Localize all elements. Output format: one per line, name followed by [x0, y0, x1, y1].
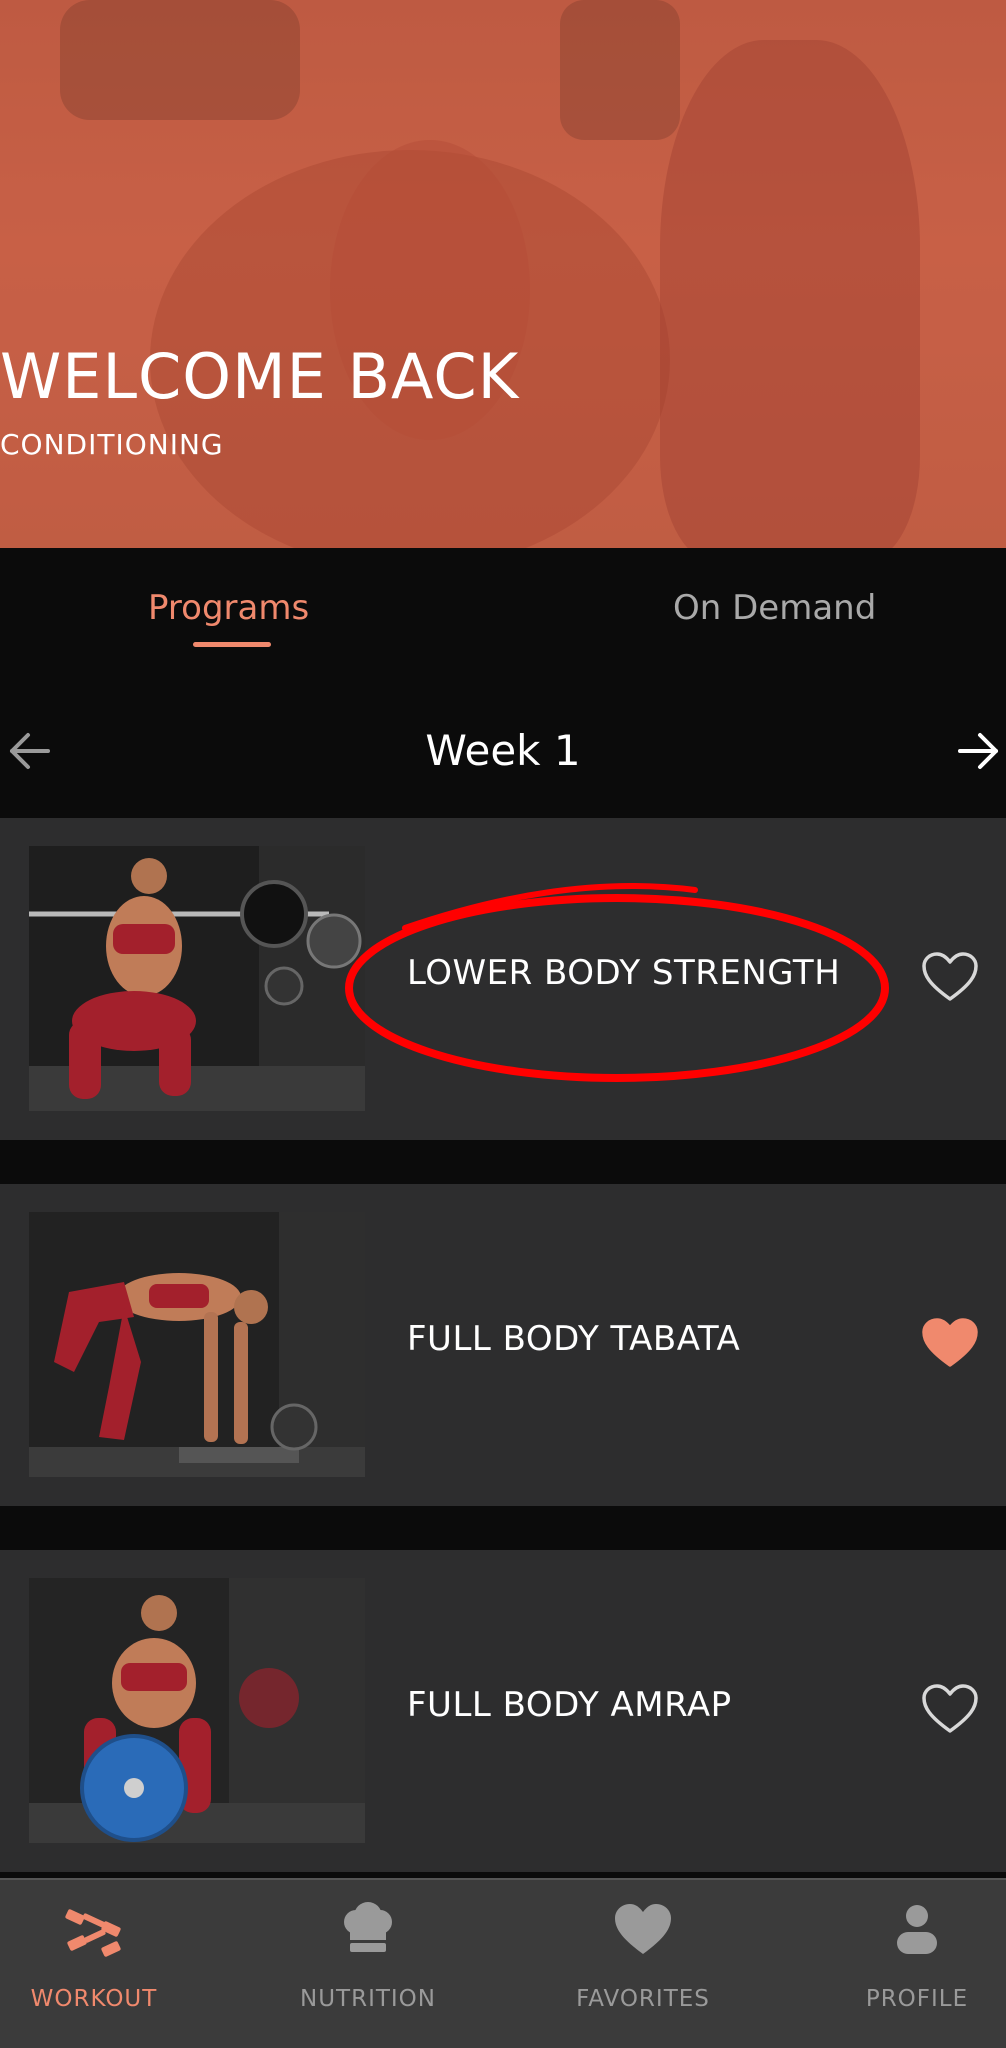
bench-plank-photo — [29, 1212, 365, 1477]
bottom-navigation: WORKOUT NUTRITION FAVORITES PROFILE — [0, 1878, 1006, 2048]
active-tab-indicator — [193, 642, 271, 647]
barbell-squat-photo — [29, 846, 365, 1111]
tab-on-demand[interactable]: On Demand — [673, 588, 876, 628]
favorite-heart-filled-icon[interactable] — [921, 1317, 979, 1369]
dumbbell-icon — [65, 1909, 121, 1957]
workout-card[interactable]: LOWER BODY STRENGTH — [0, 818, 1006, 1140]
nav-label: WORKOUT — [30, 1986, 158, 2012]
person-icon — [897, 1905, 937, 1954]
hero-subtitle: CONDITIONING — [0, 428, 224, 461]
week-navigator: Week 1 — [0, 678, 1006, 818]
week-label: Week 1 — [425, 726, 581, 775]
nav-label: NUTRITION — [300, 1986, 436, 2012]
workout-card[interactable]: FULL BODY TABATA — [0, 1184, 1006, 1506]
tab-programs[interactable]: Programs — [148, 588, 309, 628]
workout-card[interactable]: FULL BODY AMRAP — [0, 1550, 1006, 1872]
hero-tint-overlay — [0, 0, 1006, 548]
arrow-right-icon[interactable] — [956, 728, 1002, 774]
nav-nutrition[interactable]: NUTRITION — [243, 1880, 493, 2048]
nav-label: FAVORITES — [576, 1986, 710, 2012]
workout-title: LOWER BODY STRENGTH — [407, 953, 841, 993]
hero-title: WELCOME BACK — [0, 340, 520, 413]
weight-plate-photo — [29, 1578, 365, 1843]
favorite-heart-icon[interactable] — [921, 1683, 979, 1735]
workout-title: FULL BODY TABATA — [407, 1319, 741, 1359]
heart-icon — [615, 1904, 671, 1954]
workout-title: FULL BODY AMRAP — [407, 1685, 732, 1725]
nav-favorites[interactable]: FAVORITES — [518, 1880, 768, 2048]
chef-hat-icon — [344, 1902, 392, 1952]
tab-bar: Programs On Demand — [0, 548, 1006, 678]
nav-profile[interactable]: PROFILE — [792, 1880, 1006, 2048]
hero-banner: WELCOME BACK CONDITIONING — [0, 0, 1006, 548]
favorite-heart-icon[interactable] — [921, 951, 979, 1003]
nav-label: PROFILE — [865, 1986, 969, 2012]
nav-workout[interactable]: WORKOUT — [0, 1880, 219, 2048]
